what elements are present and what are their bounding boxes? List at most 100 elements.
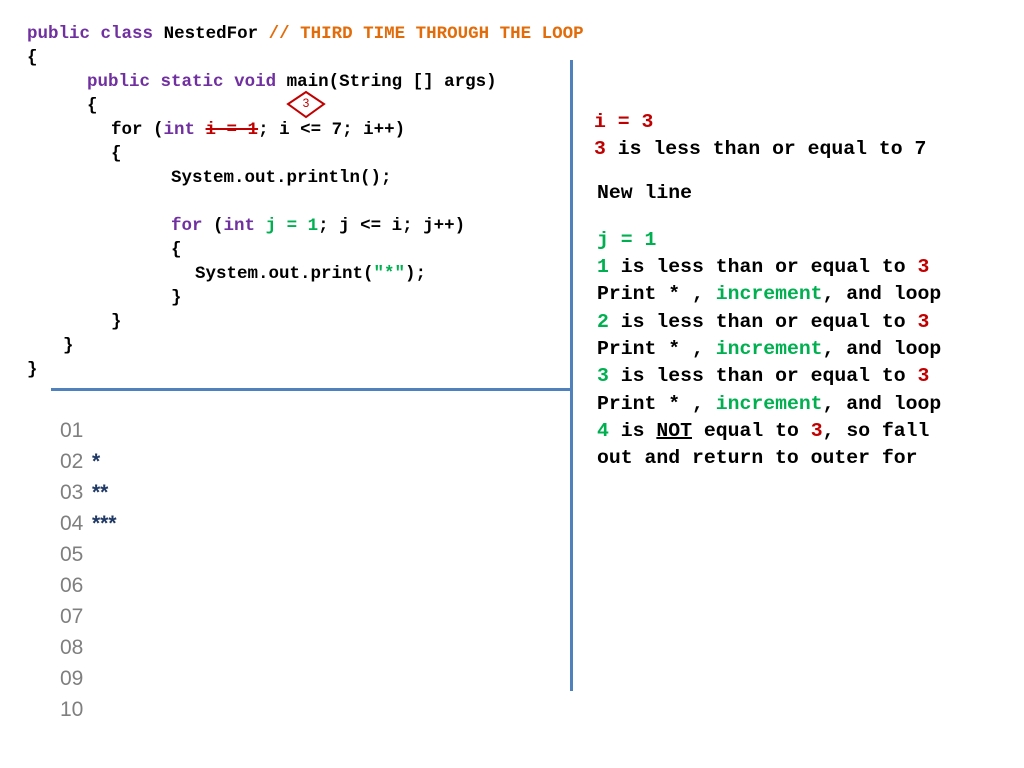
code-line-close-inner-for: } bbox=[171, 288, 182, 308]
increment-text: increment bbox=[715, 338, 823, 360]
code-line-close-main: } bbox=[63, 336, 74, 356]
expl-check-1: 1 is less than or equal to 3 bbox=[597, 254, 929, 281]
code-line-println: System.out.println(); bbox=[171, 168, 392, 188]
for-condition: ; i <= 7; i++) bbox=[258, 120, 406, 140]
keyword-for: for bbox=[171, 216, 203, 236]
print-post: , and loop bbox=[822, 283, 942, 305]
line-number: 04 bbox=[60, 512, 84, 535]
expl-print-2: Print * , increment, and loop bbox=[597, 336, 941, 363]
expl-check-2: 2 is less than or equal to 3 bbox=[597, 309, 929, 336]
horizontal-divider bbox=[51, 388, 572, 391]
keyword-static: static bbox=[160, 72, 224, 92]
code-line-class: public class NestedFor // THIRD TIME THR… bbox=[27, 22, 584, 46]
line-number: 09 bbox=[60, 667, 84, 690]
line-number: 10 bbox=[60, 698, 84, 721]
output-line: 05 bbox=[60, 539, 92, 570]
final-mid: equal to bbox=[691, 420, 811, 442]
print-pre: Print * , bbox=[597, 338, 716, 360]
print-pre: Print * , bbox=[597, 283, 716, 305]
output-line: 08 bbox=[60, 632, 92, 663]
code-line-open-outer-for: { bbox=[111, 144, 122, 164]
check-number: 1 bbox=[597, 256, 609, 278]
expl-final-return: out and return to outer for bbox=[597, 447, 918, 469]
check-number: 2 bbox=[597, 311, 609, 333]
output-line: 09 bbox=[60, 663, 92, 694]
output-stars: ** bbox=[92, 481, 109, 504]
i-compare-text: is less than or equal to 7 bbox=[605, 138, 927, 160]
line-number: 02 bbox=[60, 450, 84, 473]
output-line: 03 ** bbox=[60, 477, 108, 508]
print-post: , and loop bbox=[822, 393, 942, 415]
print-string: "*" bbox=[373, 264, 406, 284]
code-line-open-class: { bbox=[27, 48, 38, 68]
print-close: ); bbox=[405, 264, 427, 284]
for-prefix: for ( bbox=[111, 120, 164, 140]
i-value: 3 bbox=[594, 138, 606, 160]
expl-print-3: Print * , increment, and loop bbox=[597, 391, 941, 418]
check-limit: 3 bbox=[917, 256, 930, 278]
print-call: System.out.print( bbox=[195, 264, 374, 284]
inner-for-paren: ( bbox=[202, 216, 224, 236]
final-number: 4 bbox=[597, 420, 609, 442]
class-name: NestedFor bbox=[163, 24, 259, 44]
struck-init: i = 1 bbox=[205, 120, 259, 140]
code-line-inner-for: for (int j = 1; j <= i; j++) bbox=[171, 214, 465, 238]
output-line: 10 bbox=[60, 694, 92, 725]
check-number: 3 bbox=[597, 365, 609, 387]
line-number: 06 bbox=[60, 574, 84, 597]
inner-condition: ; j <= i; j++) bbox=[318, 216, 466, 236]
badge-value: 3 bbox=[302, 96, 310, 110]
keyword-void: void bbox=[234, 72, 277, 92]
value-badge: 3 bbox=[286, 90, 326, 120]
i-assign-text: i = 3 bbox=[594, 111, 654, 133]
final-is: is bbox=[608, 420, 657, 442]
expl-check-3: 3 is less than or equal to 3 bbox=[597, 363, 929, 390]
expl-print-1: Print * , increment, and loop bbox=[597, 281, 941, 308]
keyword-public: public bbox=[27, 24, 91, 44]
code-line-print: System.out.print("*"); bbox=[195, 262, 426, 286]
keyword-int: int bbox=[163, 120, 196, 140]
final-limit: 3 bbox=[810, 420, 823, 442]
print-pre: Print * , bbox=[597, 393, 716, 415]
check-text: is less than or equal to bbox=[608, 311, 918, 333]
output-line: 04 *** bbox=[60, 508, 117, 539]
keyword-class: class bbox=[100, 24, 154, 44]
check-text: is less than or equal to bbox=[608, 256, 918, 278]
increment-text: increment bbox=[715, 393, 823, 415]
check-text: is less than or equal to bbox=[608, 365, 918, 387]
output-stars: *** bbox=[92, 512, 117, 535]
keyword-public: public bbox=[87, 72, 151, 92]
inner-init: j = 1 bbox=[265, 216, 319, 236]
output-stars: * bbox=[92, 450, 101, 473]
code-line-close-outer-for: } bbox=[111, 312, 122, 332]
code-line-close-class: } bbox=[27, 360, 38, 380]
j-assign-text: j = 1 bbox=[597, 229, 657, 251]
code-line-outer-for: for (int i = 1; i <= 7; i++) bbox=[111, 118, 405, 142]
line-number: 03 bbox=[60, 481, 84, 504]
output-line: 06 bbox=[60, 570, 92, 601]
increment-text: increment bbox=[715, 283, 823, 305]
final-tail: , so fall bbox=[822, 420, 930, 442]
line-number: 07 bbox=[60, 605, 84, 628]
print-post: , and loop bbox=[822, 338, 942, 360]
line-number: 05 bbox=[60, 543, 84, 566]
line-number: 08 bbox=[60, 636, 84, 659]
expl-new-line: New line bbox=[597, 182, 692, 204]
line-number: 01 bbox=[60, 419, 84, 442]
output-line: 01 bbox=[60, 415, 92, 446]
main-signature: main(String [] args) bbox=[286, 72, 497, 92]
code-line-open-inner-for: { bbox=[171, 240, 182, 260]
check-limit: 3 bbox=[917, 365, 930, 387]
output-line: 07 bbox=[60, 601, 92, 632]
final-not: NOT bbox=[656, 420, 692, 442]
code-line-open-main: { bbox=[87, 96, 98, 116]
code-comment: // THIRD TIME THROUGH THE LOOP bbox=[268, 24, 584, 44]
check-limit: 3 bbox=[917, 311, 930, 333]
expl-j-assign: j = 1 bbox=[597, 227, 656, 254]
expl-i-compare: 3 is less than or equal to 7 bbox=[594, 136, 926, 163]
vertical-divider bbox=[570, 60, 573, 691]
keyword-int: int bbox=[223, 216, 256, 236]
output-line: 02 * bbox=[60, 446, 100, 477]
expl-i-assign: i = 3 bbox=[594, 109, 653, 136]
expl-final-check: 4 is NOT equal to 3, so fall bbox=[597, 418, 929, 445]
